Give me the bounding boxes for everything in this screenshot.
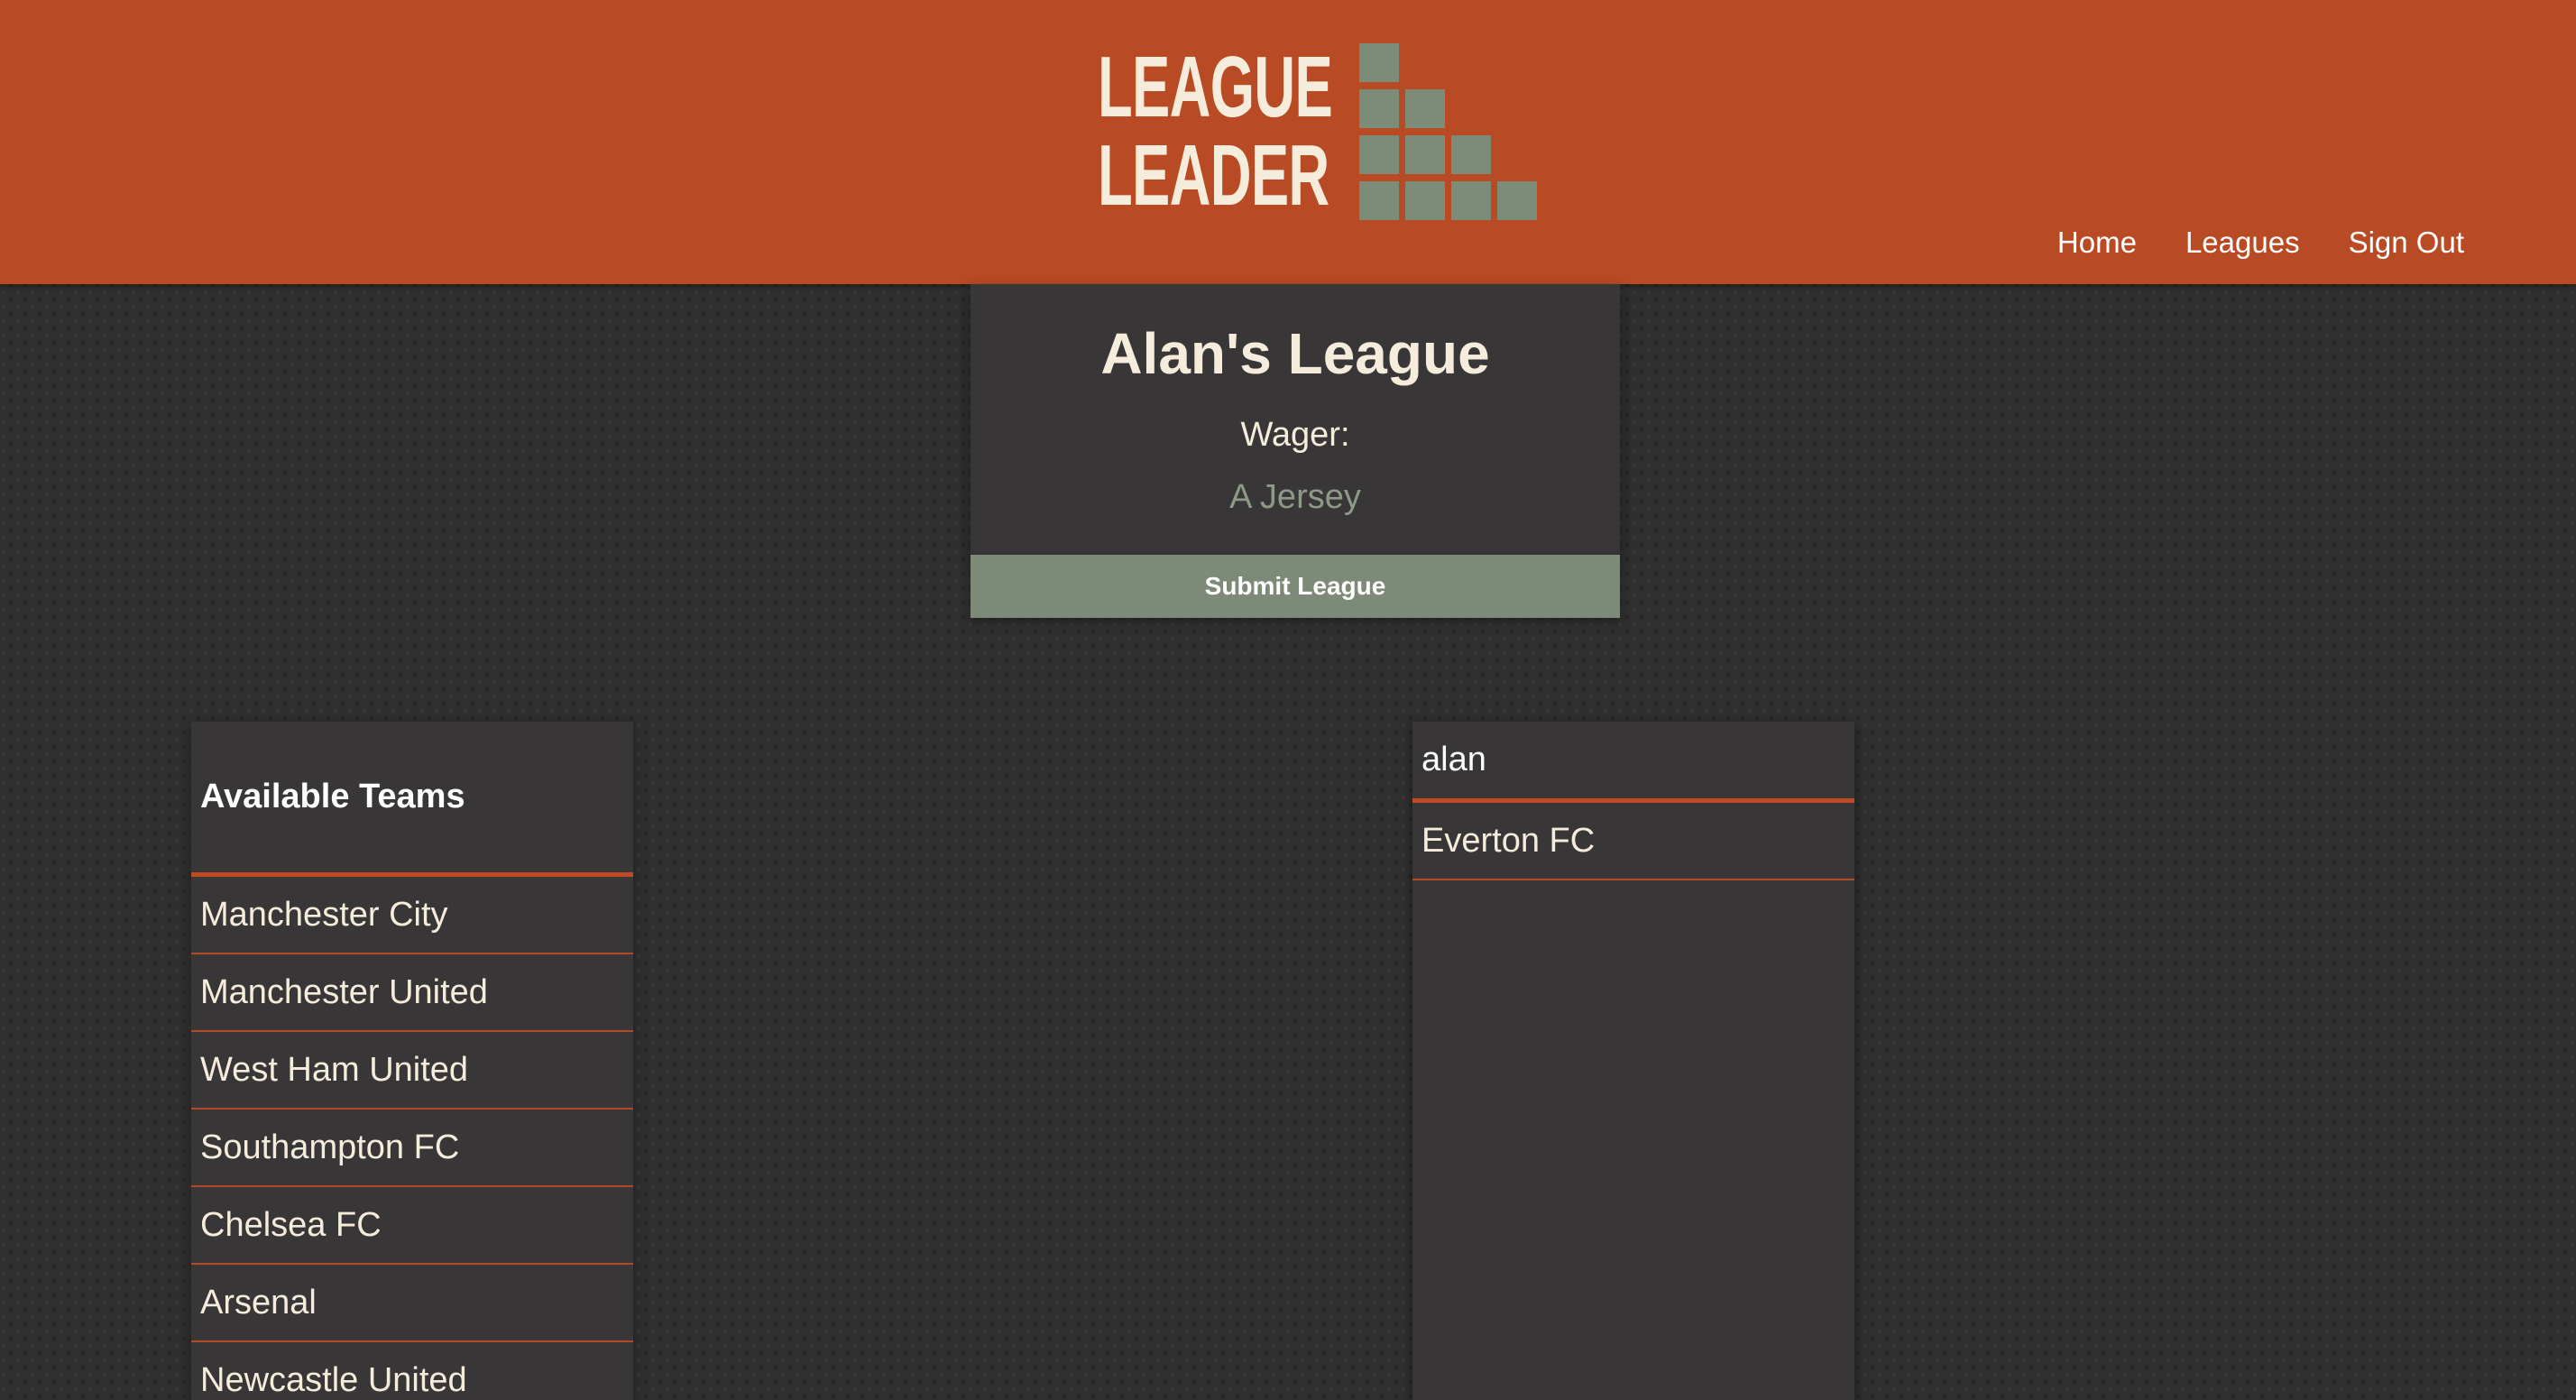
team-item-newcastle-united[interactable]: Newcastle United xyxy=(191,1342,633,1400)
available-teams-title: Available Teams xyxy=(200,778,465,815)
site-header: LEAGUE LEADER Home Leagues Sign Out xyxy=(0,0,2576,284)
team-item-manchester-city[interactable]: Manchester City xyxy=(191,877,633,954)
available-teams-list: Manchester City Manchester United West H… xyxy=(191,877,633,1400)
league-card: Alan's League Wager: A Jersey xyxy=(971,284,1620,555)
logo-line-2: LEADER xyxy=(1098,127,1329,224)
player-teams-panel: alan Everton FC xyxy=(1412,722,1854,1400)
available-teams-panel: Available Teams Manchester City Manchest… xyxy=(191,722,633,1400)
team-item-chelsea-fc[interactable]: Chelsea FC xyxy=(191,1187,633,1265)
player-header: alan xyxy=(1412,722,1854,803)
main-nav: Home Leagues Sign Out xyxy=(2009,226,2464,260)
picked-team-everton-fc[interactable]: Everton FC xyxy=(1412,803,1854,880)
wager-value: A Jersey xyxy=(1229,478,1361,516)
team-item-southampton-fc[interactable]: Southampton FC xyxy=(191,1110,633,1187)
available-teams-header: Available Teams xyxy=(191,722,633,877)
wager-label: Wager: xyxy=(1240,416,1350,454)
logo-wordmark: LEAGUE LEADER xyxy=(1098,39,1333,224)
nav-leagues-link[interactable]: Leagues xyxy=(2185,226,2300,260)
team-item-west-ham-united[interactable]: West Ham United xyxy=(191,1032,633,1110)
nav-sign-out-link[interactable]: Sign Out xyxy=(2349,226,2464,260)
nav-home-link[interactable]: Home xyxy=(2057,226,2137,260)
league-title: Alan's League xyxy=(1100,321,1490,386)
player-name: alan xyxy=(1421,741,1486,778)
logo-bar-chart-icon xyxy=(1359,43,1537,220)
logo-line-1: LEAGUE xyxy=(1098,39,1333,135)
team-item-arsenal[interactable]: Arsenal xyxy=(191,1265,633,1342)
player-teams-list: Everton FC xyxy=(1412,803,1854,880)
submit-league-button[interactable]: Submit League xyxy=(971,555,1620,618)
team-item-manchester-united[interactable]: Manchester United xyxy=(191,954,633,1032)
league-leader-logo[interactable]: LEAGUE LEADER xyxy=(1098,39,1537,224)
